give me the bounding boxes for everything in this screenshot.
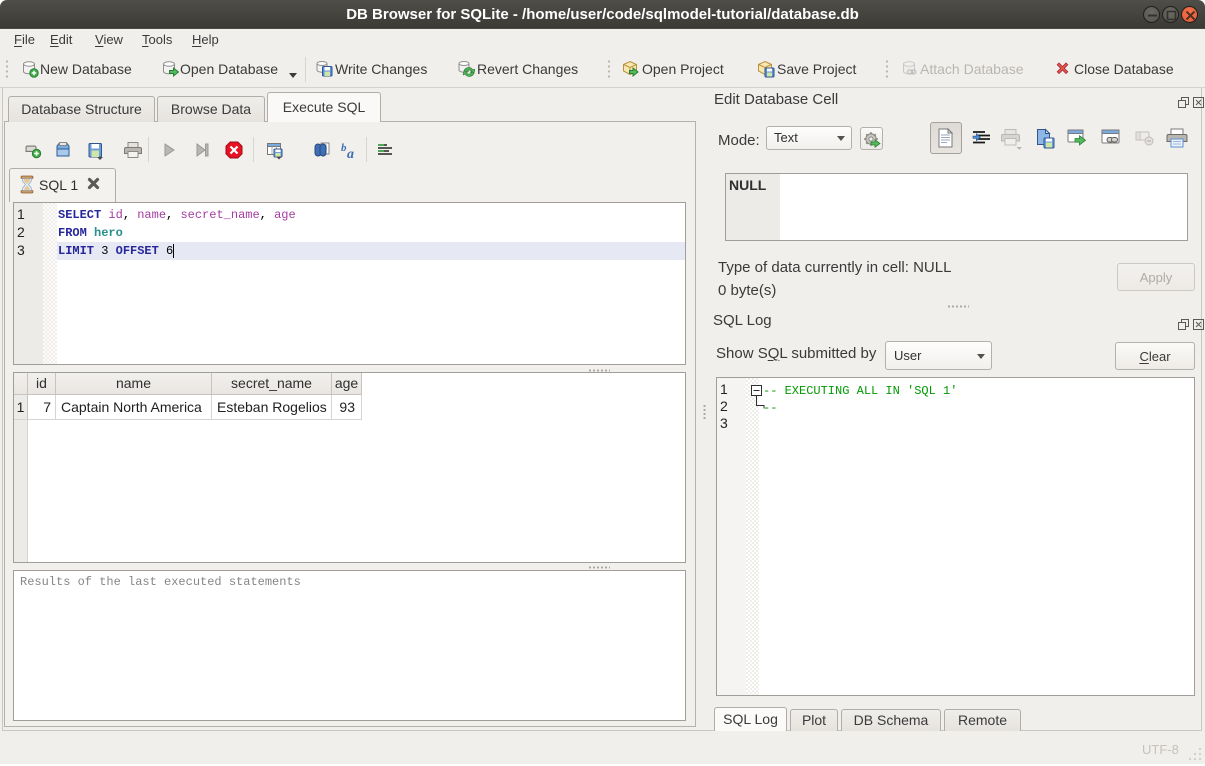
svg-text:a: a — [347, 147, 354, 162]
